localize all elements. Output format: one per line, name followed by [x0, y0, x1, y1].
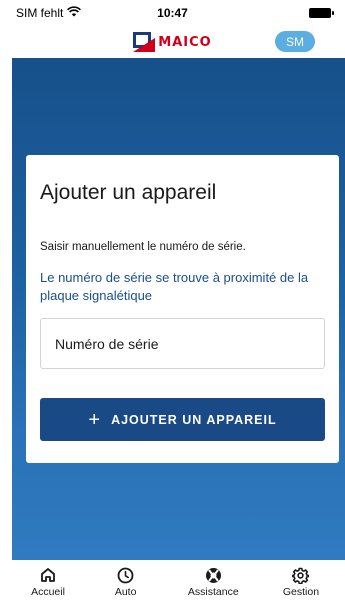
add-device-card: Ajouter un appareil Saisir manuellement … [26, 155, 339, 463]
add-device-button-label: AJOUTER UN APPAREIL [111, 412, 277, 427]
status-left: SIM fehlt [16, 6, 82, 20]
battery-icon [309, 8, 334, 18]
gear-icon [292, 566, 310, 584]
carrier-text: SIM fehlt [16, 6, 64, 20]
nav-item-assistance[interactable]: Assistance [183, 566, 243, 598]
nav-label-auto: Auto [114, 586, 137, 598]
status-bar: SIM fehlt 10:47 [0, 0, 345, 26]
maico-logo: MAICO [133, 32, 211, 52]
nav-item-gestion[interactable]: Gestion [271, 566, 331, 598]
nav-label-home: Accueil [31, 586, 65, 598]
page-title: Ajouter un appareil [40, 181, 217, 204]
nav-label-assistance: Assistance [187, 586, 239, 598]
app-header: MAICO SM [0, 26, 345, 58]
add-device-button[interactable]: + AJOUTER UN APPAREIL [40, 398, 325, 441]
status-time: 10:47 [157, 6, 188, 20]
wifi-icon [67, 6, 82, 20]
avatar[interactable]: SM [275, 31, 315, 52]
home-icon [40, 566, 56, 584]
lifebuoy-icon [205, 566, 222, 584]
plus-icon: + [88, 408, 102, 431]
instruction-text: Saisir manuellement le numéro de série. [40, 241, 246, 253]
nav-item-home[interactable]: Accueil [28, 566, 68, 598]
serial-hint-link[interactable]: Le numéro de série se trouve à proximité… [40, 269, 325, 305]
logo-text: MAICO [158, 34, 212, 50]
serial-number-input[interactable] [40, 318, 325, 369]
nav-label-gestion: Gestion [282, 586, 320, 598]
maico-logo-mark-icon [133, 32, 156, 52]
bottom-nav: Accueil Auto Assistance Gestion [0, 560, 345, 600]
clock-icon [117, 566, 134, 584]
nav-item-auto[interactable]: Auto [96, 566, 156, 598]
main-content: Ajouter un appareil Saisir manuellement … [12, 58, 345, 560]
